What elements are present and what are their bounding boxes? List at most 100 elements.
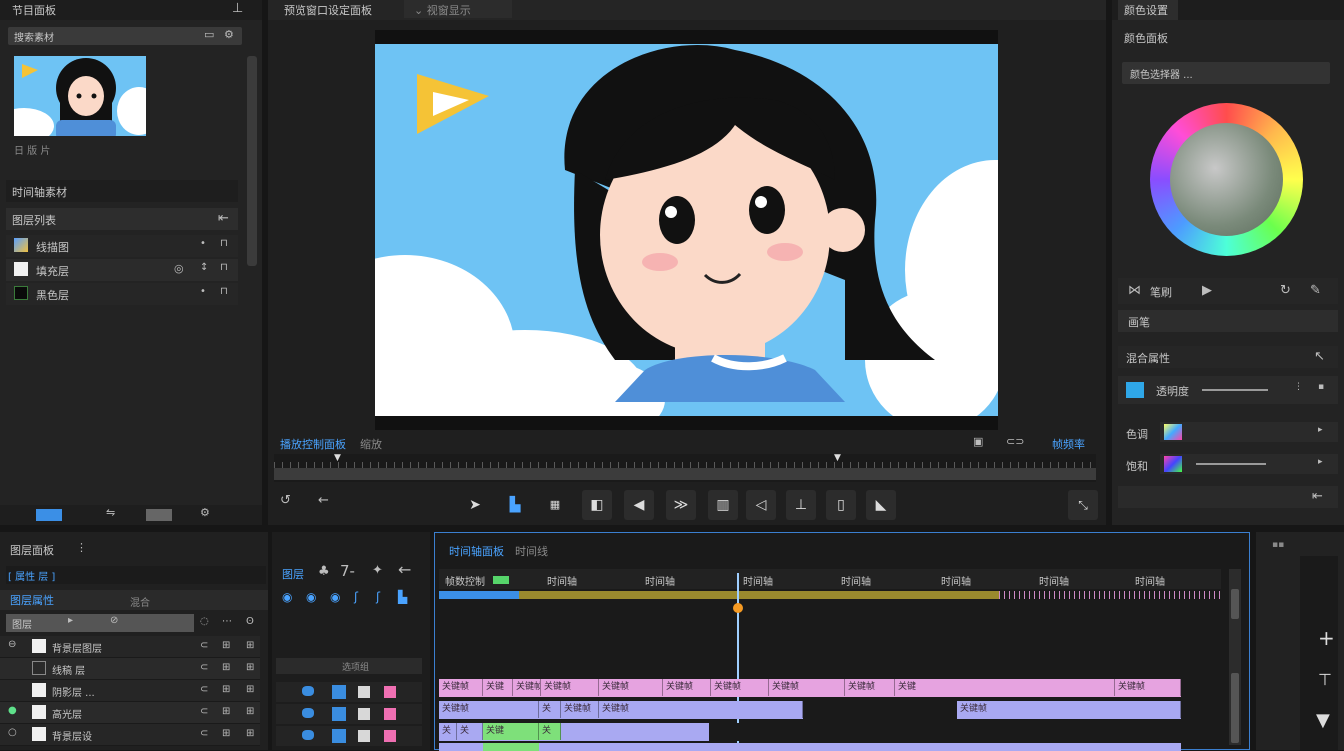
timeline-clip[interactable]: 关键 (483, 723, 539, 740)
list-item[interactable]: 线描图 • ⊓ (6, 235, 238, 257)
lock-icon[interactable]: ⊂ (200, 728, 208, 739)
opacity-slider[interactable] (1202, 389, 1268, 391)
pen-icon[interactable]: 7- (340, 564, 355, 579)
lock-icon[interactable]: ⊓ (220, 239, 228, 249)
step-back-button[interactable]: ◧ (582, 490, 612, 520)
saturation-slider[interactable] (1196, 463, 1266, 465)
gear-icon[interactable]: ⚙ (200, 507, 210, 518)
pin-icon[interactable]: ♣ (318, 565, 330, 578)
arrow-left-icon[interactable]: ⇤ (1312, 490, 1323, 503)
refresh-icon[interactable]: ◎ (174, 263, 184, 274)
footer-grey-button[interactable] (146, 509, 172, 521)
back-icon[interactable]: ← (318, 494, 329, 507)
step-forward-button[interactable]: ▥ (708, 490, 738, 520)
lock-icon[interactable]: ⊓ (220, 263, 228, 273)
timeline-clip[interactable]: 关键帧 (599, 701, 803, 718)
link-icon[interactable]: ⊞ (222, 684, 230, 695)
timeline-clip[interactable]: 关键帧 (845, 679, 895, 696)
viewer-canvas[interactable] (375, 30, 998, 430)
link-icon[interactable]: ⊘ (110, 616, 118, 626)
timeline-clip[interactable]: 关键帧 (957, 701, 1181, 718)
move-icon[interactable]: ✦ (372, 564, 383, 577)
link-icon[interactable]: ⊞ (222, 728, 230, 739)
tag-icon[interactable]: ʃ (354, 590, 358, 604)
timeline-scroll-thumb2[interactable] (1231, 673, 1239, 743)
globe-icon[interactable]: ◉ (282, 590, 292, 604)
arrow-left-icon[interactable]: ⇤ (218, 212, 229, 225)
clip-thumbnail[interactable] (14, 56, 146, 136)
search-input[interactable]: 搜索素材 ▭ ⚙ (8, 27, 242, 45)
timeline-clip[interactable]: 关键帧 (711, 679, 769, 696)
gear-icon[interactable]: ʘ (246, 616, 254, 627)
color-picker-dropdown[interactable]: 颜色选择器 ... (1122, 62, 1330, 84)
globe-icon[interactable]: ◉ (330, 590, 340, 604)
mirror-button[interactable]: ◁ (746, 490, 776, 520)
tag-icon[interactable]: ʃ (376, 590, 380, 604)
panel-scrollbar[interactable] (247, 56, 257, 266)
lock-icon[interactable]: ◌ (200, 616, 209, 627)
list-item[interactable] (276, 704, 422, 724)
fill-icon[interactable]: ▶ (1202, 284, 1212, 297)
gear-icon[interactable]: ⊞ (246, 706, 254, 717)
rewind-button[interactable]: ◀ (624, 490, 654, 520)
timeline-clip[interactable]: 关 (457, 723, 483, 740)
layers-mode-row[interactable] (6, 614, 194, 632)
opacity-row[interactable]: 透明度 ⋮ ▪ (1118, 376, 1338, 404)
bookmark-button[interactable]: ▙ (500, 490, 530, 520)
gear-icon[interactable]: ⊞ (246, 728, 254, 739)
pin-icon[interactable]: ⊥ (232, 2, 243, 15)
timeline-clip[interactable]: 关键帧 (513, 679, 541, 696)
list-item[interactable]: 填充层 ◎ ↕ ⊓ (6, 259, 238, 281)
timeline-clip[interactable]: 关键帧 (439, 679, 483, 696)
grid-button[interactable]: ▦ (540, 490, 570, 520)
globe-icon[interactable]: ◉ (306, 590, 316, 604)
lock-icon[interactable]: ⊂ (200, 662, 208, 673)
layers-tabs-label[interactable]: [ 属性 层 ] (8, 568, 55, 583)
timeline-clip[interactable]: 关键帧 (1115, 679, 1181, 696)
gear-icon[interactable]: ⊞ (246, 662, 254, 673)
footer-blue-button[interactable] (36, 509, 62, 521)
brush-icon[interactable]: ⋈ (1128, 284, 1141, 297)
pen-button[interactable]: ◣ (866, 490, 896, 520)
arrow-left-icon[interactable]: ← (398, 562, 411, 578)
eye-icon[interactable]: ● (8, 706, 17, 716)
gear-icon[interactable]: ⊞ (246, 684, 254, 695)
pen-icon[interactable]: ✎ (1310, 284, 1321, 297)
lock-icon[interactable]: ⊓ (220, 287, 228, 297)
arrow-up-icon[interactable]: ↖ (1314, 350, 1325, 363)
work-area-bar[interactable] (439, 591, 1221, 599)
timeline-scroll-thumb[interactable] (1231, 589, 1239, 619)
link-icon[interactable]: ⊂⊃ (1006, 436, 1024, 447)
link-icon[interactable]: ⋯ (222, 616, 232, 627)
scissor-button[interactable]: ⊥ (786, 490, 816, 520)
gear-icon[interactable]: ⚙ (224, 29, 234, 40)
chevron-down-icon[interactable]: ▼ (1316, 712, 1330, 730)
monitor-icon[interactable]: ▣ (973, 436, 983, 447)
color-wheel[interactable] (1150, 103, 1303, 256)
eye-icon[interactable]: ○ (8, 728, 17, 738)
lock-icon[interactable]: ⊂ (200, 684, 208, 695)
skip-icon[interactable]: ≫ (666, 490, 696, 520)
list-item[interactable] (276, 726, 422, 746)
zoom-label[interactable]: 缩放 (360, 436, 382, 452)
link-icon[interactable]: ⊞ (222, 640, 230, 651)
crop-button[interactable]: ▯ (826, 490, 856, 520)
timeline-clip[interactable]: 关 (439, 723, 457, 740)
play-button[interactable]: ➤ (460, 490, 490, 520)
link-icon[interactable]: ⊞ (222, 706, 230, 717)
hue-row[interactable]: ▸ (1160, 422, 1338, 442)
eye-icon[interactable]: ⊖ (8, 640, 16, 650)
refresh-icon[interactable]: ↻ (1280, 284, 1291, 297)
timeline-clip[interactable]: 关键 (483, 679, 513, 696)
plus-icon[interactable]: + (1318, 628, 1335, 648)
timeline-clip[interactable]: 关键 (895, 679, 1115, 696)
playhead-handle[interactable] (733, 603, 743, 613)
loop-icon[interactable]: ↺ (280, 494, 291, 507)
bookmark-icon[interactable]: ▙ (398, 590, 407, 604)
pen-icon[interactable]: ▸ (68, 616, 73, 626)
pin-icon[interactable]: ⊤ (1318, 672, 1332, 688)
folder-icon[interactable]: ▭ (204, 29, 214, 40)
timeline-tab2[interactable]: 时间线 (515, 543, 548, 559)
timeline-clip[interactable]: 关键帧 (439, 701, 539, 718)
more-icon[interactable]: ⋮ (76, 542, 87, 553)
